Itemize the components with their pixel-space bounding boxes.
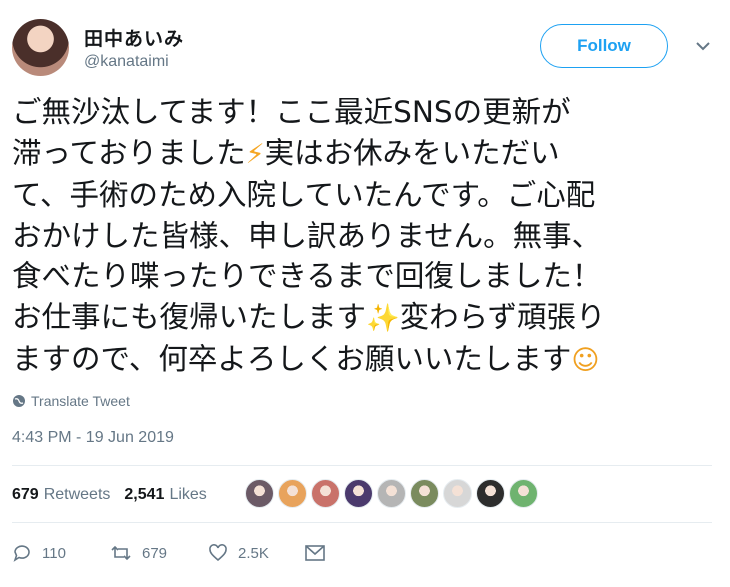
likes-label[interactable]: Likes — [169, 486, 206, 504]
retweets-label[interactable]: Retweets — [44, 486, 111, 504]
tweet-text: ご無沙汰してます！ここ最近SNSの更新が 滞っておりました⚡実はお休みをいただい… — [12, 92, 718, 382]
like-count: 2.5K — [238, 544, 269, 562]
tweet-line: て、手術のため入院していたんです。ご心配 — [12, 178, 596, 212]
user-handle[interactable]: @kanataimi — [84, 53, 169, 71]
globe-icon — [13, 395, 25, 407]
translate-tweet-link[interactable]: Translate Tweet — [12, 393, 130, 409]
retweet-button[interactable]: 679 — [110, 543, 208, 563]
translate-label[interactable]: Translate Tweet — [31, 393, 130, 409]
reply-icon — [13, 545, 30, 562]
liker-avatar[interactable] — [509, 479, 538, 508]
liker-avatar[interactable] — [311, 479, 340, 508]
sparkles-icon: ✨ — [366, 302, 400, 334]
tweet-line: 食べたり喋ったりできるまで回復しました！ — [12, 259, 602, 293]
tweet-timestamp[interactable]: 4:43 PM - 19 Jun 2019 — [12, 429, 174, 447]
chevron-down-icon[interactable] — [694, 37, 712, 55]
reply-button[interactable]: 110 — [12, 543, 110, 563]
likes-count[interactable]: 2,541 — [124, 486, 164, 504]
liker-avatars — [245, 479, 538, 508]
divider — [12, 465, 712, 466]
follow-button[interactable]: Follow — [540, 24, 668, 68]
retweet-count: 679 — [142, 544, 168, 562]
avatar[interactable] — [12, 19, 69, 76]
tweet-stats: 679 Retweets 2,541 Likes — [12, 486, 207, 504]
tweet-line: おかけした皆様、申し訳ありません。無事、 — [12, 218, 602, 253]
direct-message-button[interactable] — [304, 544, 326, 562]
tweet-line: 滞っておりました⚡実はお休みをいただい — [12, 135, 560, 170]
liker-avatar[interactable] — [344, 479, 373, 508]
lightning-icon: ⚡ — [245, 138, 265, 170]
liker-avatar[interactable] — [476, 479, 505, 508]
tweet-actions: 110 679 2.5K — [12, 543, 326, 563]
envelope-icon — [305, 545, 325, 561]
divider — [12, 522, 712, 523]
tweet-line: お仕事にも復帰いたします✨変わらず頑張り — [12, 299, 606, 334]
smiling-face-icon: ☺ — [571, 345, 600, 376]
like-button[interactable]: 2.5K — [208, 543, 304, 563]
heart-icon — [209, 544, 227, 562]
liker-avatar[interactable] — [377, 479, 406, 508]
reply-count: 110 — [42, 544, 66, 562]
liker-avatar[interactable] — [410, 479, 439, 508]
liker-avatar[interactable] — [245, 479, 274, 508]
user-name[interactable]: 田中あいみ — [84, 24, 184, 51]
retweets-count[interactable]: 679 — [12, 486, 39, 504]
liker-avatar[interactable] — [443, 479, 472, 508]
tweet-line: ご無沙汰してます！ここ最近SNSの更新が — [12, 95, 571, 129]
retweet-icon — [111, 545, 131, 561]
liker-avatar[interactable] — [278, 479, 307, 508]
tweet-line: ますので、何卒よろしくお願いいたします☺ — [12, 342, 600, 376]
